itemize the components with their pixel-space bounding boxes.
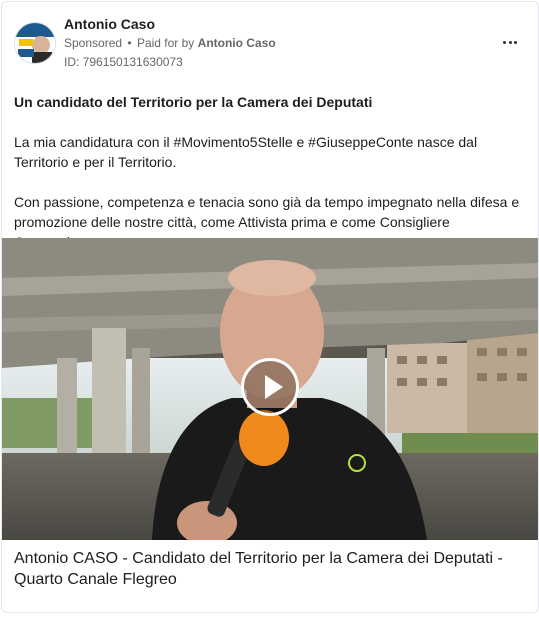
ad-library-id: ID: 796150131630073	[64, 55, 183, 69]
ad-header: Antonio Caso Sponsored • Paid for by Ant…	[2, 2, 538, 82]
more-options-icon[interactable]	[498, 32, 522, 52]
advertiser-name[interactable]: Antonio Caso	[64, 16, 155, 32]
ad-card: Antonio Caso Sponsored • Paid for by Ant…	[1, 1, 539, 613]
sponsored-label: Sponsored	[64, 36, 123, 50]
bullet-separator: •	[127, 36, 132, 50]
paid-for-name: Antonio Caso	[197, 36, 276, 50]
advertiser-avatar[interactable]	[14, 22, 56, 64]
sponsored-line: Sponsored • Paid for by Antonio Caso	[64, 36, 276, 50]
video-player[interactable]	[2, 238, 538, 540]
post-paragraph-1: La mia candidatura con il #Movimento5Ste…	[14, 134, 478, 170]
post-headline: Un candidato del Territorio per la Camer…	[14, 94, 373, 110]
play-icon[interactable]	[241, 358, 299, 416]
paid-for-prefix: Paid for by	[136, 36, 195, 50]
link-caption[interactable]: Antonio CASO - Candidato del Territorio …	[14, 548, 526, 590]
